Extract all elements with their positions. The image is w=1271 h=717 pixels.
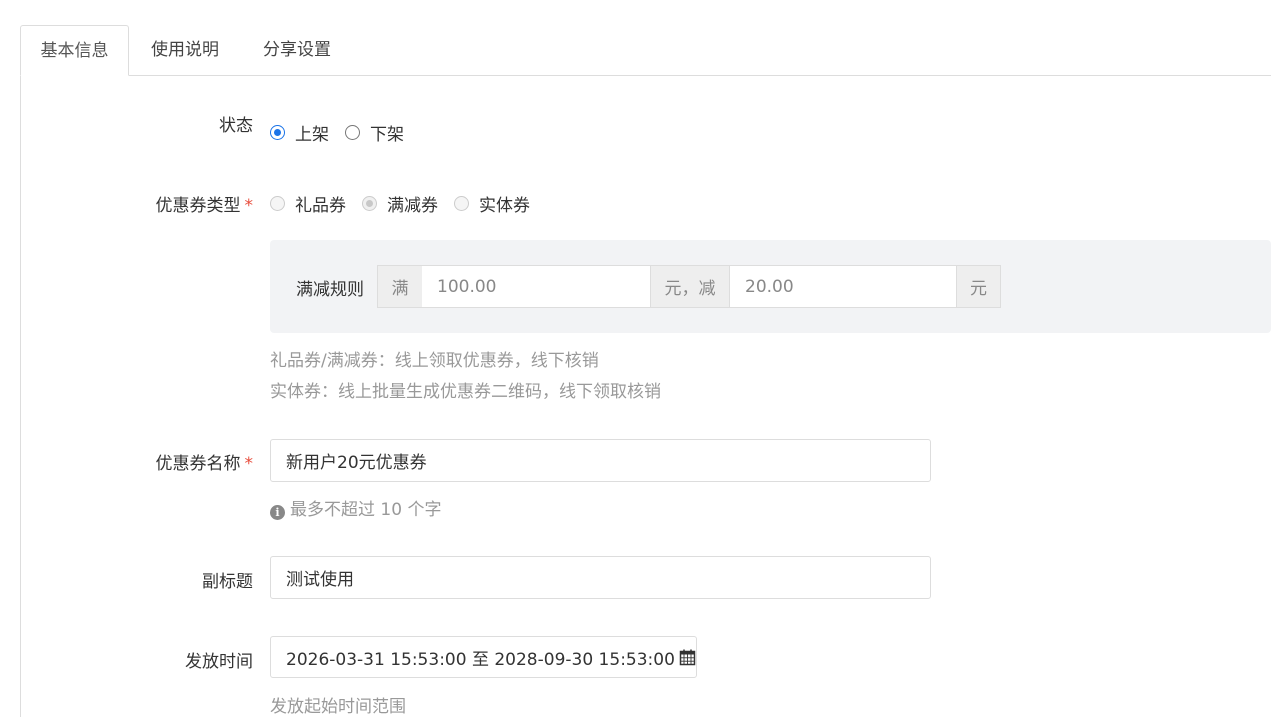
status-option-on-shelf-label: 上架 [295, 125, 329, 145]
coupon-type-label-text: 优惠券类型 [155, 196, 241, 216]
discount-rule-panel: 满减规则 满 100.00 元，减 20.00 元 [270, 240, 1271, 333]
issue-time-label: 发放时间 [185, 647, 253, 672]
coupon-type-help-2: 实体券：线上批量生成优惠券二维码，线下领取核销 [270, 382, 661, 402]
status-label: 状态 [219, 111, 253, 136]
radio-disabled-icon[interactable] [454, 196, 469, 211]
required-mark: * [244, 196, 254, 216]
middle-addon-text: 元，减 [664, 279, 716, 299]
tab-usage-notes-label: 使用说明 [151, 40, 219, 60]
coupon-type-option-physical[interactable]: 实体券 [454, 191, 530, 216]
coupon-type-option-discount[interactable]: 满减券 [362, 191, 438, 216]
coupon-name-label: 优惠券名称 * [156, 449, 254, 474]
status-option-on-shelf[interactable]: 上架 [270, 120, 329, 145]
tab-basic-info[interactable]: 基本信息 [20, 25, 129, 76]
tab-bar: 基本信息 使用说明 分享设置 [20, 25, 1271, 76]
discount-rule-label: 满减规则 [296, 280, 364, 300]
threshold-prefix-text: 满 [391, 279, 409, 299]
discount-amount-value: 20.00 [745, 276, 794, 297]
discount-suffix-addon: 元 [956, 265, 1001, 308]
subtitle-label-text: 副标题 [202, 572, 253, 592]
status-option-off-shelf[interactable]: 下架 [345, 120, 404, 145]
coupon-type-label: 优惠券类型 * [156, 191, 254, 216]
subtitle-input[interactable]: 测试使用 [270, 556, 931, 599]
coupon-type-option-gift-label: 礼品券 [295, 196, 346, 216]
coupon-type-option-gift[interactable]: 礼品券 [270, 191, 346, 216]
issue-time-value: 2026-03-31 15:53:00 至 2028-09-30 15:53:0… [286, 649, 675, 670]
tab-share-settings-label: 分享设置 [263, 40, 331, 60]
status-radio-group: 上架 下架 [270, 120, 420, 145]
coupon-type-help-1: 礼品券/满减券：线上领取优惠券，线下核销 [270, 351, 599, 371]
issue-time-label-text: 发放时间 [185, 652, 253, 672]
issue-time-range-input[interactable]: 2026-03-31 15:53:00 至 2028-09-30 15:53:0… [270, 636, 697, 678]
calendar-icon[interactable] [679, 649, 696, 666]
coupon-name-input[interactable]: 新用户20元优惠券 [270, 439, 931, 482]
subtitle-value: 测试使用 [286, 570, 354, 590]
threshold-amount-input[interactable]: 100.00 [422, 265, 650, 308]
middle-addon: 元，减 [650, 265, 730, 308]
coupon-type-radio-group: 礼品券 满减券 实体券 [270, 191, 546, 216]
coupon-name-label-text: 优惠券名称 [155, 454, 241, 474]
discount-suffix-text: 元 [970, 279, 987, 299]
coupon-type-option-discount-label: 满减券 [387, 196, 438, 216]
content-left-border [20, 76, 21, 717]
subtitle-label: 副标题 [202, 567, 253, 592]
threshold-amount-value: 100.00 [437, 276, 497, 297]
coupon-type-option-physical-label: 实体券 [479, 196, 530, 216]
tab-share-settings[interactable]: 分享设置 [263, 25, 331, 76]
radio-checked-icon[interactable] [270, 125, 285, 140]
status-label-text: 状态 [219, 116, 253, 136]
tab-basic-info-label: 基本信息 [40, 41, 109, 61]
tab-usage-notes[interactable]: 使用说明 [151, 25, 219, 76]
info-circle-icon: i [270, 505, 285, 520]
radio-disabled-checked-icon[interactable] [362, 196, 377, 211]
coupon-name-help: i 最多不超过 10 个字 [270, 495, 441, 520]
coupon-name-help-text: 最多不超过 10 个字 [290, 500, 442, 520]
status-option-off-shelf-label: 下架 [370, 125, 404, 145]
threshold-prefix-addon: 满 [377, 265, 422, 308]
discount-amount-input[interactable]: 20.00 [730, 265, 956, 308]
required-mark: * [244, 454, 254, 474]
radio-unchecked-icon[interactable] [345, 125, 360, 140]
issue-time-help: 发放起始时间范围 [270, 697, 406, 717]
coupon-name-value: 新用户20元优惠券 [286, 453, 427, 473]
radio-disabled-icon[interactable] [270, 196, 285, 211]
